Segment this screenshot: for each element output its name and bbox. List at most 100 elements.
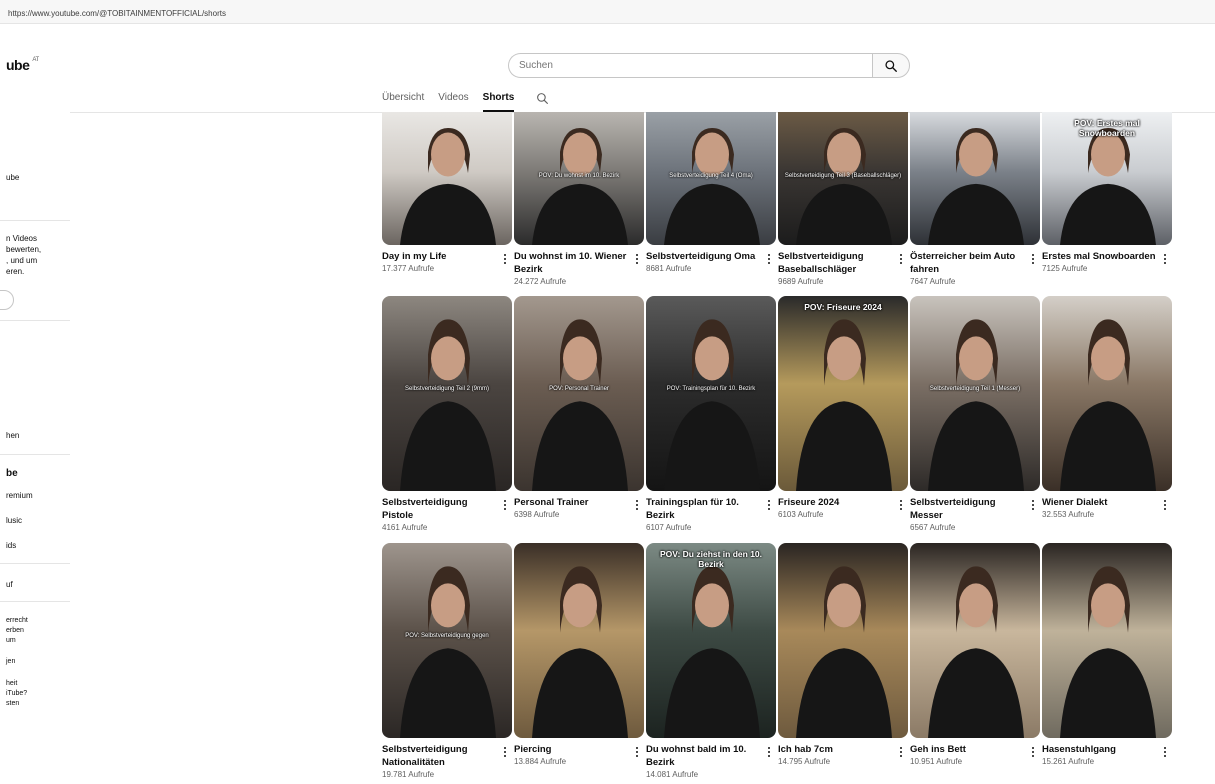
search-input[interactable]: Suchen	[508, 53, 872, 78]
more-options-icon[interactable]	[898, 252, 904, 266]
short-view-count: 13.884 Aufrufe	[514, 757, 567, 766]
thumbnail-image	[664, 566, 760, 738]
short-thumbnail[interactable]: Selbstverteidigung Teil 4 (Oma)	[646, 112, 776, 245]
short-thumbnail[interactable]: POV: Personal Trainer	[514, 296, 644, 491]
sidebar-item-label[interactable]: be	[6, 469, 18, 479]
sidebar-item-label[interactable]: hen	[6, 431, 19, 440]
sidebar-divider	[0, 563, 70, 564]
short-title[interactable]: Selbstverteidigung Nationalitäten	[382, 743, 496, 769]
sidebar-item-label[interactable]: remium	[6, 491, 33, 500]
sidebar-item-label[interactable]: heit	[6, 680, 17, 688]
short-thumbnail[interactable]: POV: Erstes mal Snowboarden	[1042, 112, 1172, 245]
more-options-icon[interactable]	[766, 252, 772, 266]
sidebar-item-label[interactable]: eren.	[6, 267, 24, 276]
search-icon	[536, 92, 548, 104]
region-code: AT	[32, 57, 39, 64]
sign-in-button[interactable]	[0, 290, 14, 310]
more-options-icon[interactable]	[1030, 498, 1036, 512]
more-options-icon[interactable]	[1030, 745, 1036, 759]
short-thumbnail[interactable]	[1042, 296, 1172, 491]
short-title[interactable]: Ich hab 7cm	[778, 743, 892, 756]
browser-address-bar[interactable]: https://www.youtube.com/@TOBITAINMENTOFF…	[0, 0, 1215, 24]
short-view-count: 6567 Aufrufe	[910, 523, 956, 532]
sidebar-item-label[interactable]: um	[6, 637, 16, 645]
more-options-icon[interactable]	[766, 498, 772, 512]
short-thumbnail[interactable]	[382, 112, 512, 245]
short-title[interactable]: Selbstverteidigung Oma	[646, 250, 760, 263]
tab-uebersicht[interactable]: Übersicht	[382, 88, 424, 108]
more-options-icon[interactable]	[1162, 498, 1168, 512]
short-title[interactable]: Selbstverteidigung Baseballschläger	[778, 250, 892, 276]
channel-search-button[interactable]	[534, 90, 550, 106]
sidebar-item-label[interactable]: sten	[6, 700, 19, 708]
short-thumbnail[interactable]	[910, 112, 1040, 245]
short-thumbnail[interactable]: Selbstverteidigung Teil 3 (Baseballschlä…	[778, 112, 908, 245]
sidebar-divider	[0, 320, 70, 321]
youtube-logo[interactable]: ube AT	[6, 57, 39, 73]
more-options-icon[interactable]	[1162, 745, 1168, 759]
short-title[interactable]: Selbstverteidigung Pistole	[382, 496, 496, 522]
more-options-icon[interactable]	[634, 745, 640, 759]
search-button[interactable]	[872, 53, 910, 78]
sidebar-item-label[interactable]: jen	[6, 658, 15, 666]
short-title[interactable]: Personal Trainer	[514, 496, 628, 509]
tab-videos[interactable]: Videos	[438, 88, 468, 108]
short-thumbnail[interactable]: POV: Du wohnst im 10. Bezirk	[514, 112, 644, 245]
sidebar-item-label[interactable]: ids	[6, 541, 16, 550]
short-title[interactable]: Friseure 2024	[778, 496, 892, 509]
thumbnail-image	[532, 319, 628, 491]
sidebar-item-label[interactable]: lusic	[6, 516, 22, 525]
sidebar-item-label[interactable]: erben	[6, 627, 24, 635]
short-title[interactable]: Österreicher beim Auto fahren	[910, 250, 1024, 276]
short-title[interactable]: Day in my Life	[382, 250, 496, 263]
short-view-count: 9689 Aufrufe	[778, 277, 824, 286]
thumbnail-overlay-text: Selbstverteidigung Teil 3 (Baseballschlä…	[784, 173, 902, 179]
short-view-count: 4161 Aufrufe	[382, 523, 428, 532]
sidebar-item-label[interactable]: , und um	[6, 256, 37, 265]
sidebar-item-label[interactable]: iTube?	[6, 690, 27, 698]
short-title[interactable]: Selbstverteidigung Messer	[910, 496, 1024, 522]
short-view-count: 24.272 Aufrufe	[514, 277, 567, 286]
short-title[interactable]: Piercing	[514, 743, 628, 756]
short-thumbnail[interactable]	[910, 543, 1040, 738]
more-options-icon[interactable]	[1162, 252, 1168, 266]
sidebar-item-label[interactable]: errecht	[6, 617, 28, 625]
short-title[interactable]: Wiener Dialekt	[1042, 496, 1156, 509]
more-options-icon[interactable]	[898, 745, 904, 759]
short-meta: Friseure 2024 6103 Aufrufe	[778, 496, 908, 521]
more-options-icon[interactable]	[1030, 252, 1036, 266]
short-meta: Österreicher beim Auto fahren 7647 Aufruf…	[910, 250, 1040, 288]
more-options-icon[interactable]	[502, 745, 508, 759]
more-options-icon[interactable]	[898, 498, 904, 512]
more-options-icon[interactable]	[634, 498, 640, 512]
short-thumbnail[interactable]: POV: Selbstverteidigung gegen	[382, 543, 512, 738]
short-title[interactable]: Trainingsplan für 10. Bezirk	[646, 496, 760, 522]
sidebar-item-label[interactable]: uf	[6, 580, 13, 589]
sidebar-item-label[interactable]: bewerten,	[6, 245, 41, 254]
search-bar: Suchen	[508, 53, 910, 78]
short-title[interactable]: Du wohnst im 10. Wiener Bezirk	[514, 250, 628, 276]
short-thumbnail[interactable]: POV: Du ziehst in den 10. Bezirk	[646, 543, 776, 738]
sidebar-item-label[interactable]: n Videos	[6, 234, 37, 243]
short-thumbnail[interactable]: Selbstverteidigung Teil 2 (9mm)	[382, 296, 512, 491]
short-thumbnail[interactable]: Selbstverteidigung Teil 1 (Messer)	[910, 296, 1040, 491]
short-title[interactable]: Du wohnst bald im 10. Bezirk	[646, 743, 760, 769]
short-thumbnail[interactable]: POV: Friseure 2024	[778, 296, 908, 491]
short-title[interactable]: Hasenstuhlgang	[1042, 743, 1156, 756]
sidebar-item-label[interactable]: ube	[6, 173, 19, 182]
short-thumbnail[interactable]	[514, 543, 644, 738]
more-options-icon[interactable]	[502, 252, 508, 266]
short-thumbnail[interactable]	[778, 543, 908, 738]
more-options-icon[interactable]	[766, 745, 772, 759]
short-thumbnail[interactable]	[1042, 543, 1172, 738]
logo-text: ube	[6, 57, 30, 73]
short-title[interactable]: Geh ins Bett	[910, 743, 1024, 756]
short-meta: Personal Trainer 6398 Aufrufe	[514, 496, 644, 521]
more-options-icon[interactable]	[502, 498, 508, 512]
thumbnail-overlay-text: Selbstverteidigung Teil 1 (Messer)	[929, 386, 1021, 392]
tab-shorts[interactable]: Shorts	[482, 88, 514, 112]
short-meta: Selbstverteidigung Messer 6567 Aufrufe	[910, 496, 1040, 534]
short-thumbnail[interactable]: POV: Trainingsplan für 10. Bezirk	[646, 296, 776, 491]
more-options-icon[interactable]	[634, 252, 640, 266]
short-title[interactable]: Erstes mal Snowboarden	[1042, 250, 1156, 263]
